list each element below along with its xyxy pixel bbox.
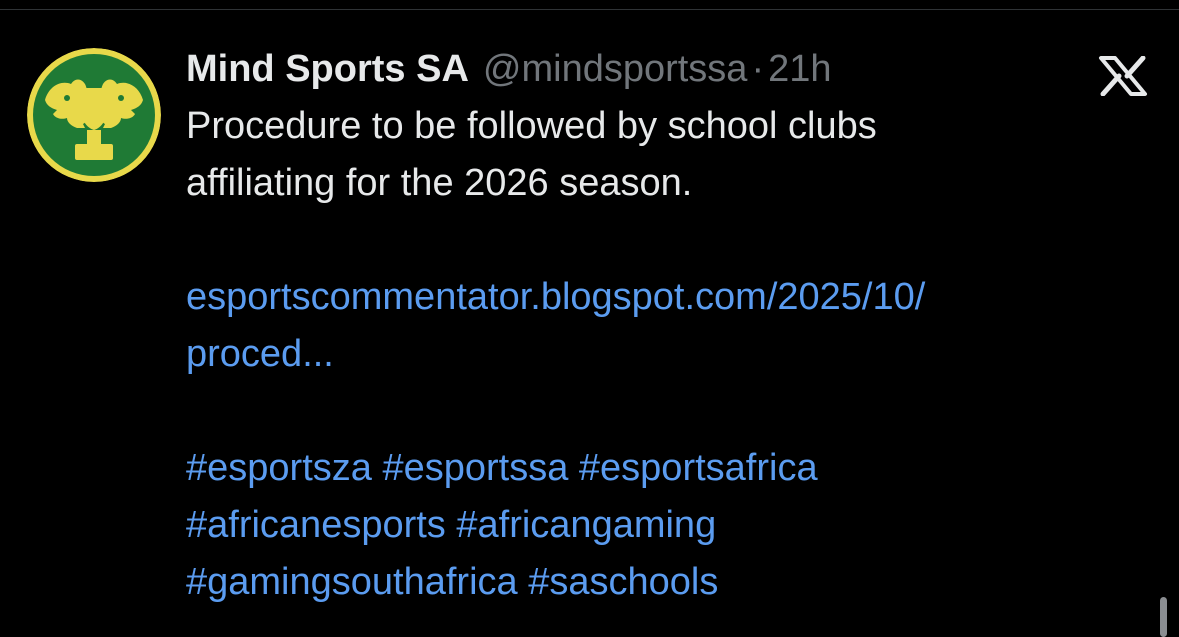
- author-handle[interactable]: @mindsportssa: [483, 38, 748, 100]
- hashtag[interactable]: #esportsza: [186, 447, 372, 489]
- tweet-link[interactable]: esportscommentator.blogspot.com/2025/10/: [186, 269, 1126, 326]
- avatar[interactable]: [27, 48, 161, 182]
- scrollbar-thumb[interactable]: [1160, 597, 1167, 637]
- hashtag-line: #esportsza #esportssa #esportsafrica: [186, 440, 1126, 497]
- tweet-text-line: Procedure to be followed by school clubs: [186, 105, 877, 147]
- tweet-timestamp[interactable]: 21h: [768, 38, 831, 100]
- hashtag-line: #gamingsouthafrica #saschools: [186, 554, 1126, 611]
- hashtag[interactable]: #gamingsouthafrica: [186, 561, 518, 603]
- mind-sports-sa-logo-icon: [27, 48, 161, 182]
- tweet-text-line: affiliating for the 2026 season.: [186, 162, 693, 204]
- author-display-name[interactable]: Mind Sports SA: [186, 38, 469, 100]
- top-divider: [0, 9, 1179, 10]
- separator-dot: ·: [751, 48, 765, 90]
- hashtag-line: #africanesports #africangaming: [186, 497, 1126, 554]
- tweet-header: Mind Sports SA @mindsportssa · 21h: [186, 38, 1126, 100]
- hashtag[interactable]: #esportssa: [382, 447, 568, 489]
- tweet-content: Mind Sports SA @mindsportssa · 21h Proce…: [186, 38, 1126, 611]
- hashtag[interactable]: #saschools: [528, 561, 718, 603]
- tweet-text: Procedure to be followed by school clubs…: [186, 98, 1126, 611]
- tweet-link[interactable]: proced...: [186, 326, 1126, 383]
- hashtag[interactable]: #africanesports: [186, 504, 446, 546]
- hashtag[interactable]: #africangaming: [456, 504, 716, 546]
- hashtag[interactable]: #esportsafrica: [579, 447, 818, 489]
